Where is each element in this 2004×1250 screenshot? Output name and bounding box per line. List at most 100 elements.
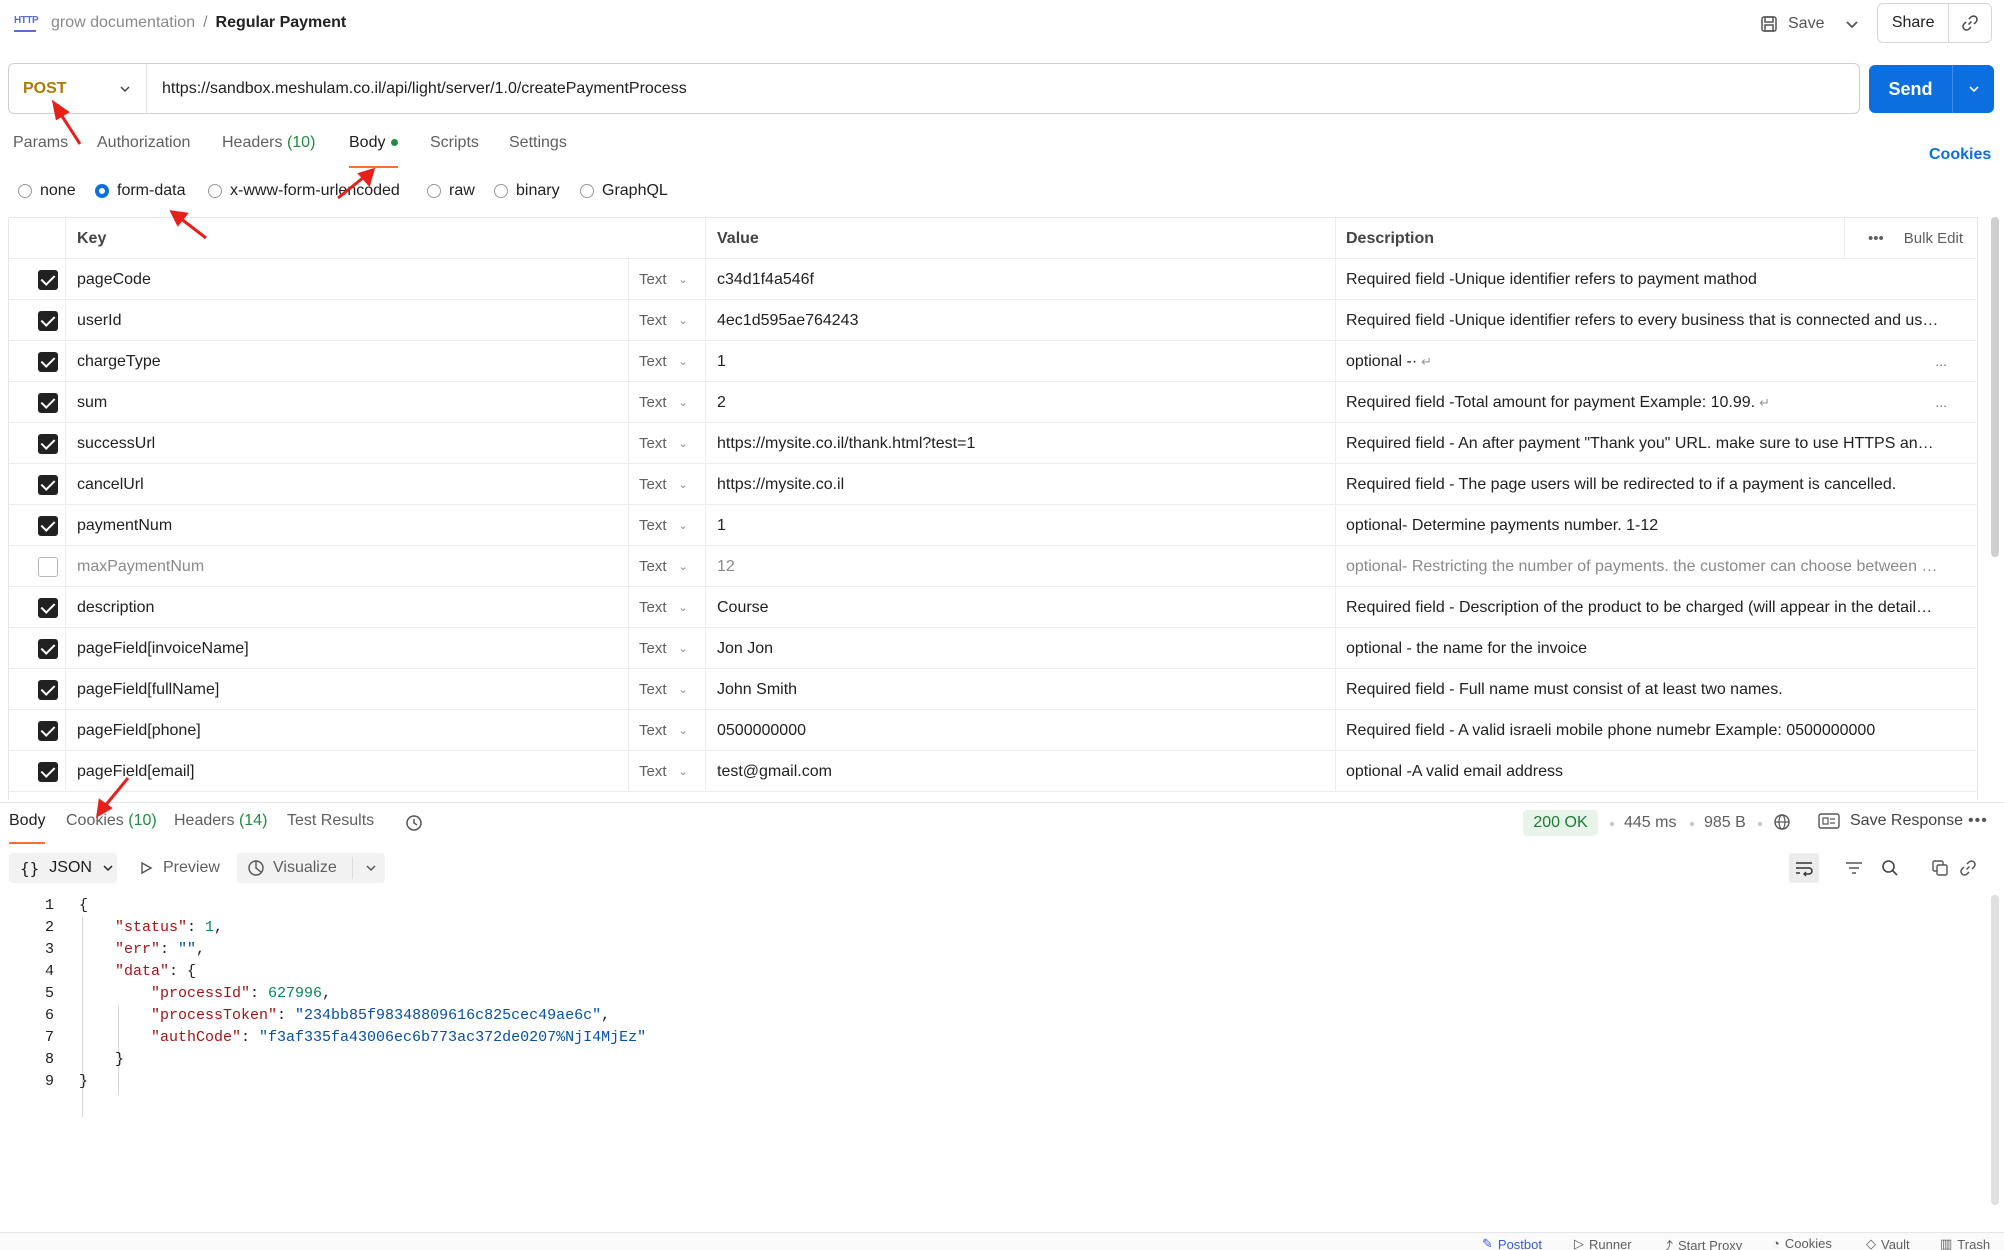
param-value-cell[interactable]: https://mysite.co.il/thank.html?test=1 xyxy=(706,423,1336,464)
format-selector[interactable]: {} JSON xyxy=(9,853,117,883)
param-value-cell[interactable]: test@gmail.com xyxy=(706,751,1336,792)
radio-form-data[interactable]: form-data xyxy=(95,182,185,200)
param-description-cell[interactable]: Required field - Full name must consist … xyxy=(1336,669,1977,710)
table-scrollbar[interactable] xyxy=(1991,217,1999,557)
param-value-cell[interactable]: Jon Jon xyxy=(706,628,1336,669)
row-enabled-checkbox[interactable] xyxy=(38,475,58,495)
expand-description-icon[interactable]: ... xyxy=(1935,341,1947,382)
param-value-cell[interactable]: c34d1f4a546f xyxy=(706,259,1336,300)
row-enabled-checkbox[interactable] xyxy=(38,516,58,536)
param-key-cell[interactable]: successUrl xyxy=(66,423,629,464)
table-row[interactable]: chargeType Text ⌄ 1 optional -· ↵... xyxy=(9,341,1977,382)
param-description-cell[interactable]: Required field -Unique identifier refers… xyxy=(1336,259,1977,300)
param-type-selector[interactable]: Text ⌄ xyxy=(629,382,706,423)
param-key-cell[interactable]: cancelUrl xyxy=(66,464,629,505)
response-size[interactable]: 985 B xyxy=(1704,814,1746,832)
param-type-selector[interactable]: Text ⌄ xyxy=(629,669,706,710)
param-key-cell[interactable]: paymentNum xyxy=(66,505,629,546)
row-enabled-checkbox[interactable] xyxy=(38,434,58,454)
send-button[interactable]: Send xyxy=(1869,65,1953,113)
param-description-cell[interactable]: optional - the name for the invoice xyxy=(1336,628,1977,669)
response-time[interactable]: 445 ms xyxy=(1624,814,1676,832)
param-description-cell[interactable]: optional -A valid email address xyxy=(1336,751,1977,792)
param-description-cell[interactable]: Required field -Unique identifier refers… xyxy=(1336,300,1977,341)
param-type-selector[interactable]: Text ⌄ xyxy=(629,751,706,792)
param-value-cell[interactable]: 0500000000 xyxy=(706,710,1336,751)
radio-binary[interactable]: binary xyxy=(494,182,560,200)
param-key-cell[interactable]: sum xyxy=(66,382,629,423)
row-enabled-checkbox[interactable] xyxy=(38,639,58,659)
param-type-selector[interactable]: Text ⌄ xyxy=(629,423,706,464)
tab-settings[interactable]: Settings xyxy=(509,134,567,168)
response-divider[interactable] xyxy=(0,802,2004,803)
table-row[interactable]: cancelUrl Text ⌄ https://mysite.co.il Requir… xyxy=(9,464,1977,505)
param-value-cell[interactable]: 1 xyxy=(706,505,1336,546)
row-enabled-checkbox[interactable] xyxy=(38,311,58,331)
tab-headers[interactable]: Headers (10) xyxy=(222,134,315,168)
tab-scripts[interactable]: Scripts xyxy=(430,134,479,168)
row-enabled-checkbox[interactable] xyxy=(38,393,58,413)
status-badge[interactable]: 200 OK xyxy=(1523,810,1598,836)
table-row[interactable]: paymentNum Text ⌄ 1 optional- Determine paym… xyxy=(9,505,1977,546)
wrap-lines-icon[interactable] xyxy=(1789,853,1819,883)
cookies-link[interactable]: Cookies xyxy=(1929,146,1991,164)
param-key-cell[interactable]: userId xyxy=(66,300,629,341)
tab-body[interactable]: Body xyxy=(349,134,399,168)
param-type-selector[interactable]: Text ⌄ xyxy=(629,628,706,669)
param-description-cell[interactable]: Required field -Total amount for payment… xyxy=(1336,382,1977,423)
table-row[interactable]: pageField[phone] Text ⌄ 0500000000 Required … xyxy=(9,710,1977,751)
row-enabled-checkbox[interactable] xyxy=(38,680,58,700)
table-row[interactable]: pageField[fullName] Text ⌄ John Smith Requir… xyxy=(9,669,1977,710)
response-tab-cookies[interactable]: Cookies (10) xyxy=(66,812,157,844)
row-enabled-checkbox[interactable] xyxy=(38,352,58,372)
param-type-selector[interactable]: Text ⌄ xyxy=(629,259,706,300)
tab-params[interactable]: Params xyxy=(13,134,68,168)
runner-button[interactable]: ▷ Runner xyxy=(1574,1236,1632,1250)
request-name[interactable]: Regular Payment xyxy=(216,14,347,32)
param-key-cell[interactable]: pageField[email] xyxy=(66,751,629,792)
param-type-selector[interactable]: Text ⌄ xyxy=(629,464,706,505)
copy-link-icon[interactable] xyxy=(1949,14,1991,32)
row-enabled-checkbox[interactable] xyxy=(38,270,58,290)
table-row[interactable]: successUrl Text ⌄ https://mysite.co.il/than… xyxy=(9,423,1977,464)
param-key-cell[interactable]: maxPaymentNum xyxy=(66,546,629,587)
response-tab-headers[interactable]: Headers (14) xyxy=(174,812,267,844)
row-enabled-checkbox[interactable] xyxy=(38,721,58,741)
start-proxy-button[interactable]: ⤴ Start Proxy xyxy=(1660,1236,1742,1250)
param-description-cell[interactable]: optional- Determine payments number. 1-1… xyxy=(1336,505,1977,546)
param-key-cell[interactable]: pageField[invoiceName] xyxy=(66,628,629,669)
trash-button[interactable]: ▥ Trash xyxy=(1940,1236,1990,1250)
link-icon[interactable] xyxy=(1953,853,1983,883)
param-description-cell[interactable]: Required field - Description of the prod… xyxy=(1336,587,1977,628)
response-tab-test-results[interactable]: Test Results xyxy=(287,812,374,844)
breadcrumb-collection[interactable]: grow documentation xyxy=(51,14,195,32)
search-icon[interactable] xyxy=(1875,853,1905,883)
param-key-cell[interactable]: description xyxy=(66,587,629,628)
table-row[interactable]: pageCode Text ⌄ c34d1f4a546f Required field … xyxy=(9,259,1977,300)
param-type-selector[interactable]: Text ⌄ xyxy=(629,587,706,628)
radio-urlencoded[interactable]: x-www-form-urlencoded xyxy=(208,182,400,200)
response-more-icon[interactable]: ••• xyxy=(1968,812,1988,830)
tab-authorization[interactable]: Authorization xyxy=(97,134,190,168)
filter-icon[interactable] xyxy=(1839,853,1869,883)
radio-raw[interactable]: raw xyxy=(427,182,475,200)
send-options-chevron-icon[interactable] xyxy=(1953,65,1994,113)
param-value-cell[interactable]: 4ec1d595ae764243 xyxy=(706,300,1336,341)
preview-button[interactable]: Preview xyxy=(139,853,220,883)
param-type-selector[interactable]: Text ⌄ xyxy=(629,341,706,382)
param-description-cell[interactable]: Required field - A valid israeli mobile … xyxy=(1336,710,1977,751)
copy-icon[interactable] xyxy=(1925,853,1955,883)
response-tab-body[interactable]: Body xyxy=(9,812,46,844)
radio-graphql[interactable]: GraphQL xyxy=(580,182,668,200)
param-type-selector[interactable]: Text ⌄ xyxy=(629,505,706,546)
more-options-icon[interactable]: ••• xyxy=(1868,218,1884,259)
param-key-cell[interactable]: chargeType xyxy=(66,341,629,382)
share-button[interactable]: Share xyxy=(1878,4,1950,42)
param-value-cell[interactable]: 2 xyxy=(706,382,1336,423)
save-button[interactable]: Save xyxy=(1760,10,1824,38)
radio-none[interactable]: none xyxy=(18,182,76,200)
row-enabled-checkbox[interactable] xyxy=(38,762,58,782)
param-description-cell[interactable]: optional- Restricting the number of paym… xyxy=(1336,546,1977,587)
postbot-button[interactable]: ✎ Postbot xyxy=(1482,1236,1542,1250)
statusbar-cookies-button[interactable]: ◔ Cookies xyxy=(1772,1236,1832,1250)
